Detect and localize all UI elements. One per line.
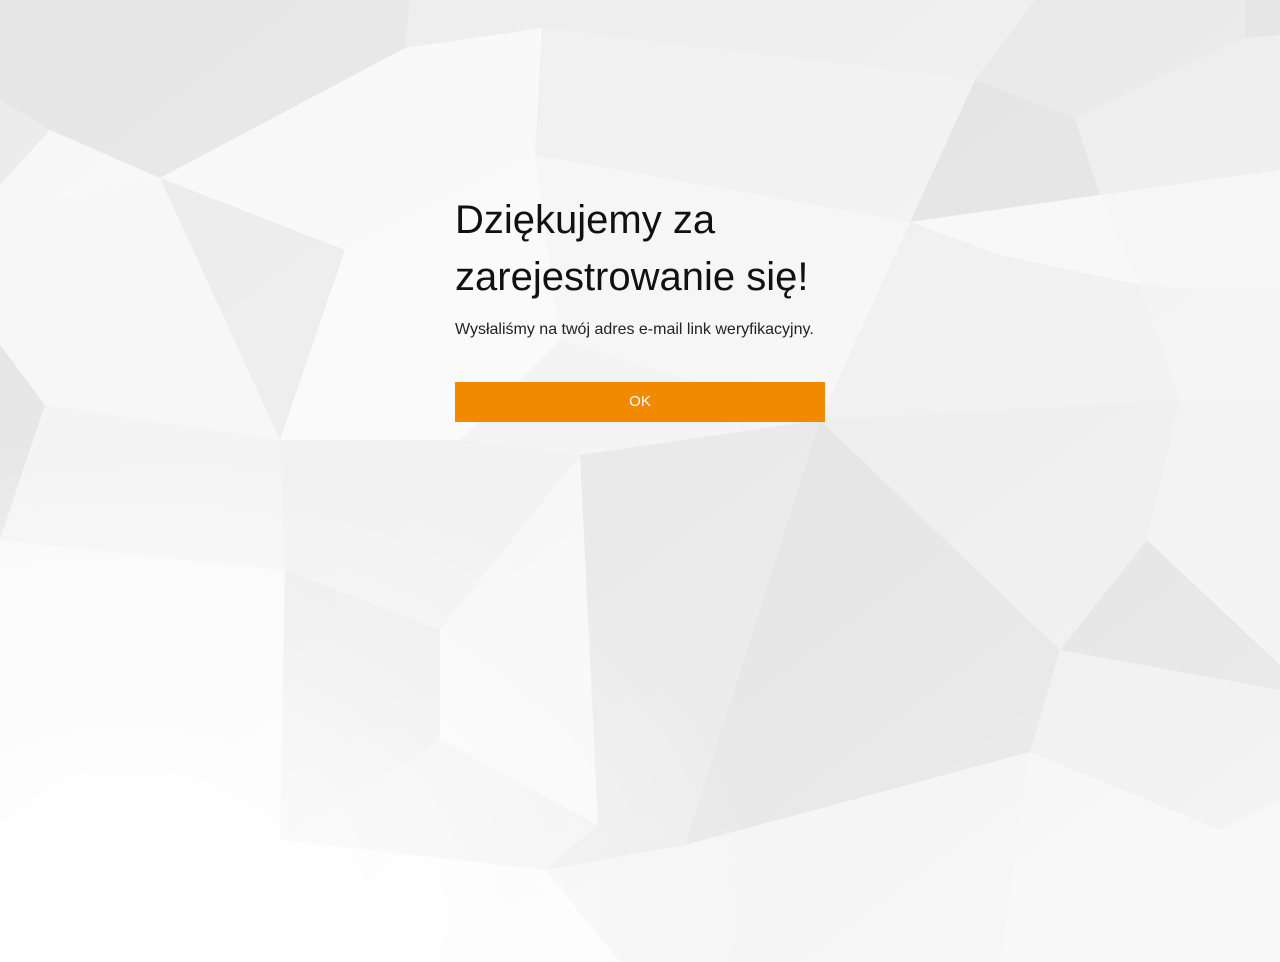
low-poly-background	[0, 0, 1280, 962]
verification-message: Wysłaliśmy na twój adres e-mail link wer…	[455, 321, 814, 338]
confirmation-page: Dziękujemy za zarejestrowanie się! Wysła…	[0, 0, 1280, 962]
page-title: Dziękujemy za zarejestrowanie się!	[455, 198, 809, 299]
confirmation-panel: Dziękujemy za zarejestrowanie się! Wysła…	[455, 192, 825, 422]
ok-button[interactable]: OK	[455, 382, 825, 422]
